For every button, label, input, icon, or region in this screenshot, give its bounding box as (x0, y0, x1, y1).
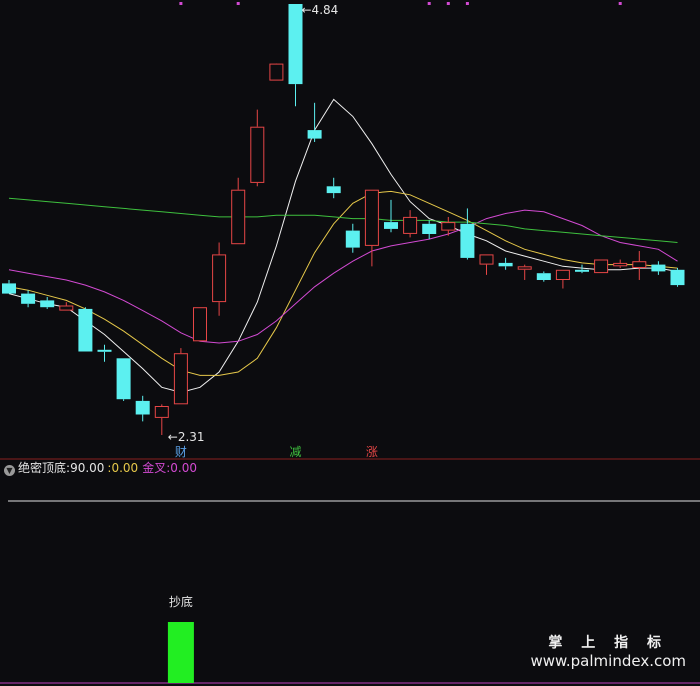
indicator-value-3: 0.00 (170, 461, 197, 475)
signal-bar (167, 622, 194, 683)
candle-body-up (212, 254, 227, 303)
candle-body-up (193, 307, 207, 342)
candle-body-up (364, 189, 379, 246)
candles (2, 4, 685, 435)
candle-body-down (345, 230, 360, 248)
top-marker-dots (179, 2, 622, 5)
candle-body-down (384, 222, 398, 229)
candle-body-up (269, 63, 284, 81)
moving-average-lines (8, 98, 678, 393)
indicator-name-3: 金叉 (142, 461, 167, 475)
indicator-signals: 抄底 (167, 594, 194, 683)
candle-body-down (307, 130, 322, 139)
indicator-value-2-num: 0.00 (111, 461, 139, 475)
candle-body-down (135, 400, 150, 415)
candle-body-up (632, 261, 647, 269)
annotation-low: ←2.31 (168, 430, 205, 444)
candle-body-down (536, 273, 551, 280)
signal-label: 抄底 (169, 594, 193, 609)
candle-body-up (479, 254, 494, 265)
candle-body-down (116, 358, 131, 400)
candle-body-up (250, 126, 265, 183)
candle-body-up (594, 259, 609, 274)
top-dot (618, 2, 622, 5)
watermark-cn: 掌 上 指 标 (548, 635, 669, 651)
ma-line-4 (8, 197, 678, 243)
candle-body-down (326, 186, 341, 194)
ma-line-3 (8, 209, 678, 344)
candle-body-up (613, 262, 628, 267)
candle-body-down (288, 4, 303, 85)
signal-marker: 减 (289, 445, 301, 459)
candle-body-down (422, 223, 437, 234)
collapse-toggle-icon[interactable]: ▼ (4, 465, 15, 476)
candle-body-down (21, 293, 36, 304)
indicator-value-1: 90.00 (70, 461, 105, 475)
candle-body-down (78, 308, 93, 352)
indicator-value-2: :0.00 (107, 461, 138, 475)
signal-marker: 涨 (366, 444, 378, 459)
candle-body-up (403, 216, 418, 234)
ma-line-2 (8, 190, 678, 376)
indicator-legend: ▼ 绝密顶底:90.00:0.00 金叉:0.00 (4, 460, 197, 476)
top-dot (179, 2, 183, 5)
candle-body-up (173, 353, 188, 405)
price-annotations: ←4.84 ←2.31 (168, 3, 338, 444)
signal-markers: 财减涨 (175, 444, 378, 459)
candle-body-down (460, 223, 475, 258)
signal-marker: 财 (175, 445, 187, 459)
candlestick-chart: ←4.84 ←2.31 财 减 涨 抄底 (0, 2, 700, 684)
candle-body-up (555, 269, 570, 280)
top-dot (465, 2, 469, 5)
top-dot (446, 2, 450, 5)
candle-body-up (517, 266, 532, 270)
annotation-high: ←4.84 (302, 3, 339, 17)
candle-body-up (231, 189, 246, 245)
candle-body-up (59, 305, 74, 311)
top-dot (236, 2, 240, 5)
ma-line-1 (8, 98, 678, 393)
candle-body-up (441, 222, 456, 231)
candle-body-up (154, 406, 169, 418)
top-dot (427, 2, 431, 5)
candle-body-down (40, 300, 55, 308)
indicator-name: 绝密顶底 (18, 461, 67, 475)
candle-body-down (498, 262, 513, 267)
candle-body-down (2, 283, 16, 294)
watermark-url: www.palmindex.com (530, 652, 686, 670)
candle-body-down (651, 264, 666, 272)
candle-body-down (575, 269, 589, 272)
watermark: 掌 上 指 标 www.palmindex.com (530, 634, 686, 670)
candle-body-down (97, 349, 112, 352)
candle-body-down (670, 269, 685, 286)
